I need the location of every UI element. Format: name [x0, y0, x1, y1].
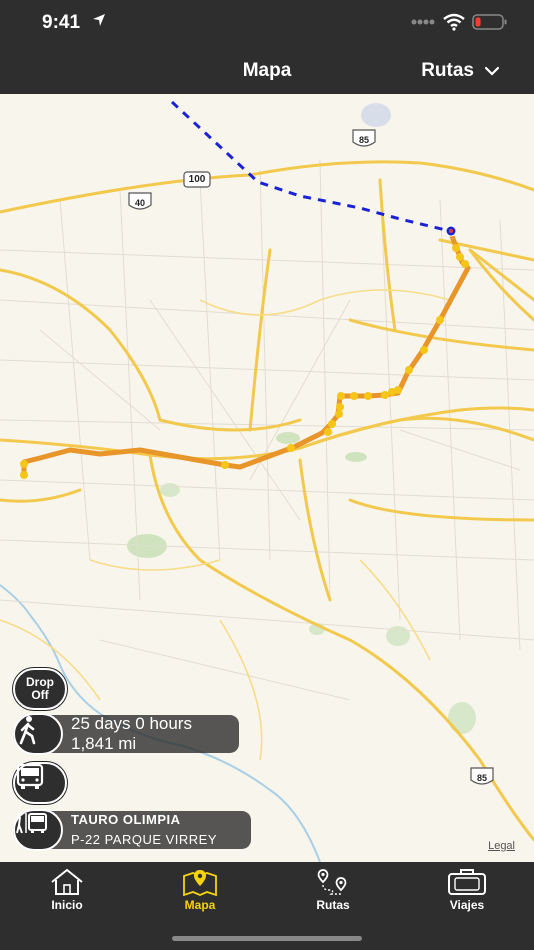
- built-area: [361, 103, 391, 127]
- tab-viajes[interactable]: Viajes: [417, 868, 517, 912]
- park-area: [448, 702, 476, 734]
- navigation-bar: Mapa Rutas: [0, 44, 534, 94]
- tab-rutas[interactable]: Rutas: [283, 868, 383, 912]
- route-stop: P-22 PARQUE VIRREY: [71, 832, 218, 847]
- bus-icon: [16, 764, 44, 789]
- route-name: TAURO OLIMPIA: [71, 812, 181, 827]
- park-area: [160, 483, 180, 497]
- highway-shield-label: 85: [358, 135, 369, 145]
- secondary-roads: [0, 289, 451, 761]
- tab-mapa[interactable]: Mapa: [150, 868, 250, 912]
- tab-label: Mapa: [184, 898, 216, 912]
- park-area: [345, 452, 367, 462]
- highway-shield-label: 100: [188, 174, 206, 185]
- routes-dropdown-label: Rutas: [421, 60, 474, 81]
- dropoff-label-line2: Off: [31, 688, 49, 702]
- signal-icon: [411, 19, 435, 25]
- map-view[interactable]: 85 100 40 85 Legal Drop Off 25 days 0 ho…: [0, 94, 534, 862]
- status-time: 9:41: [42, 12, 81, 33]
- suitcase-icon: [448, 869, 486, 895]
- walking-info-panel[interactable]: 25 days 0 hours 1,841 mi: [13, 713, 239, 755]
- walking-distance: 1,841 mi: [71, 734, 137, 753]
- route-pins-icon: [317, 869, 347, 895]
- highway-shield-label: 85: [476, 773, 487, 783]
- home-indicator[interactable]: [172, 936, 362, 941]
- tab-label: Inicio: [51, 898, 83, 912]
- status-bar: 9:41: [0, 0, 534, 44]
- highway-shield-label: 40: [134, 198, 145, 208]
- chevron-down-icon: [484, 66, 500, 76]
- dropoff-label: Drop Off: [26, 676, 54, 702]
- legal-link[interactable]: Legal: [488, 840, 515, 852]
- routes-dropdown-button[interactable]: Rutas: [421, 60, 500, 82]
- destination-pin: [445, 225, 457, 237]
- route-info-panel[interactable]: TAURO OLIMPIA P-22 PARQUE VIRREY: [13, 809, 251, 851]
- bus-stop-button[interactable]: [13, 809, 63, 851]
- walking-button[interactable]: [13, 713, 63, 755]
- walking-duration: 25 days 0 hours: [71, 714, 192, 733]
- walking-person-icon: [19, 716, 36, 745]
- tab-inicio[interactable]: Inicio: [17, 868, 117, 912]
- park-area: [276, 432, 300, 444]
- home-icon: [51, 868, 83, 895]
- bus-stops: [20, 244, 469, 479]
- tab-label: Rutas: [316, 898, 350, 912]
- map-pin-icon: [183, 870, 217, 896]
- bus-stop-icon: [16, 811, 47, 834]
- battery-icon: [472, 14, 507, 30]
- bus-route-line: [21, 228, 471, 479]
- dropoff-button[interactable]: Drop Off: [13, 668, 67, 710]
- bus-button[interactable]: [13, 762, 67, 804]
- location-arrow-icon: [93, 14, 105, 26]
- tab-label: Viajes: [449, 898, 485, 912]
- wifi-icon: [443, 13, 465, 31]
